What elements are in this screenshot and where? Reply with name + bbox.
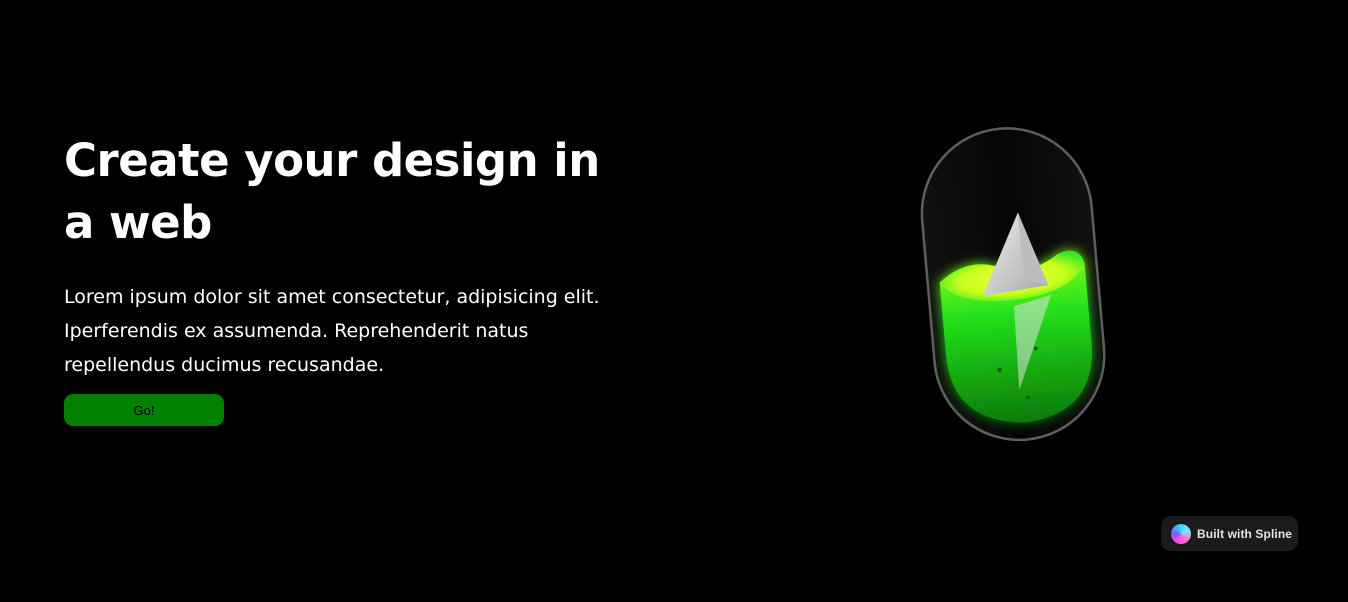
go-button[interactable]: Go! (64, 394, 224, 426)
battery-bolt-icon (920, 127, 1106, 442)
hero-section: Create your design in a web Lorem ipsum … (64, 130, 634, 426)
page: Create your design in a web Lorem ipsum … (0, 0, 1348, 602)
built-with-spline-badge[interactable]: Built with Spline (1161, 516, 1298, 551)
battery-3d-scene[interactable] (900, 118, 1130, 448)
hero-description: Lorem ipsum dolor sit amet consectetur, … (64, 286, 600, 376)
hero-title: Create your design in a web (64, 134, 600, 249)
spline-logo-icon (1171, 523, 1191, 544)
spline-badge-label: Built with Spline (1197, 526, 1293, 541)
